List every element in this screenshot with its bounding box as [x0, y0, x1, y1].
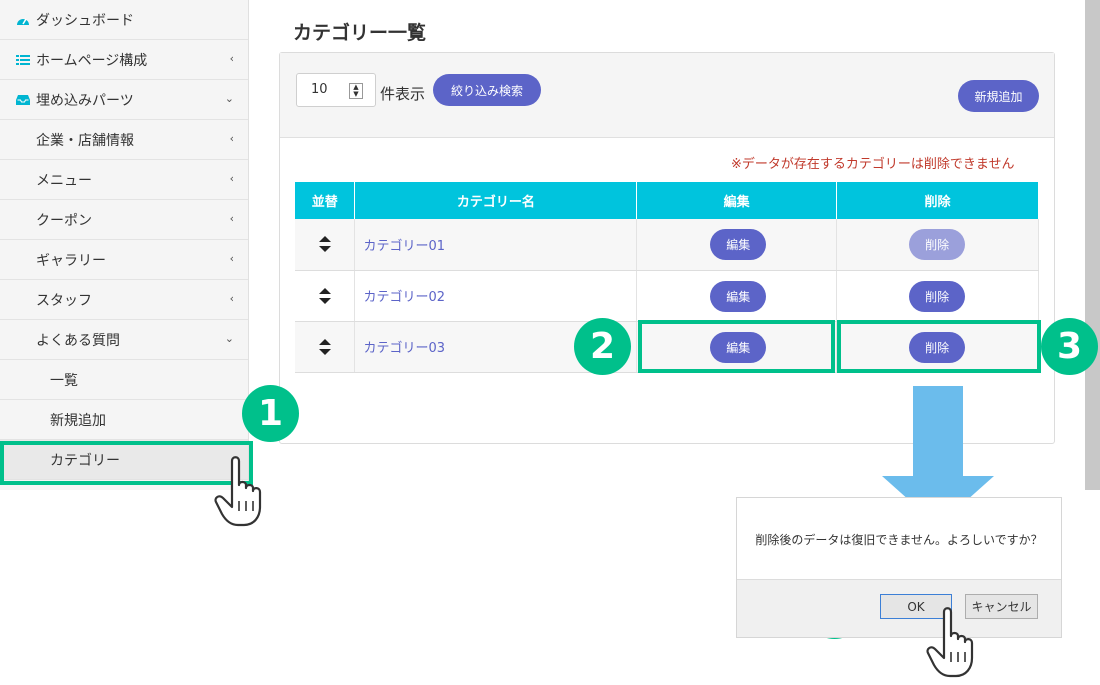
- add-new-button[interactable]: 新規追加: [958, 80, 1039, 112]
- sidebar-item-dashboard[interactable]: ダッシュボード: [0, 0, 248, 40]
- chevron-left-icon: ‹: [229, 172, 234, 185]
- sidebar-item-company-info[interactable]: 企業・店舗情報 ‹: [0, 120, 248, 160]
- category-name-link[interactable]: カテゴリー02: [355, 290, 445, 305]
- list-icon: [16, 54, 30, 65]
- edit-button[interactable]: 編集: [710, 280, 767, 312]
- chevron-down-icon: ⌄: [224, 332, 234, 345]
- per-page-stepper[interactable]: 10 ▲ ▼: [296, 73, 376, 107]
- sidebar-item-label: 一覧: [50, 372, 78, 389]
- edit-button[interactable]: 編集: [710, 229, 767, 260]
- sidebar-item-gallery[interactable]: ギャラリー ‹: [0, 240, 248, 280]
- per-page-label: 件表示: [380, 85, 426, 103]
- table-row: カテゴリー01 編集 削除: [295, 219, 1039, 271]
- delete-notice: ※データが存在するカテゴリーは削除できません: [731, 157, 1015, 172]
- page-title: カテゴリー一覧: [293, 22, 427, 44]
- panel-toolbar: 10 ▲ ▼ 件表示 絞り込み検索 新規追加: [280, 53, 1054, 138]
- sidebar-item-faq[interactable]: よくある質問 ⌄: [0, 320, 248, 360]
- step-badge-3: 3: [1041, 318, 1098, 375]
- chevron-left-icon: ‹: [229, 212, 234, 225]
- dashboard-icon: [17, 18, 29, 25]
- sidebar: ダッシュボード ホームページ構成 ‹ 埋め込みパーツ ⌄ 企業・店舗情報 ‹ メ…: [0, 0, 249, 490]
- screen: ダッシュボード ホームページ構成 ‹ 埋め込みパーツ ⌄ 企業・店舗情報 ‹ メ…: [0, 0, 1100, 685]
- pointer-hand-icon: [926, 607, 974, 678]
- chevron-left-icon: ‹: [229, 132, 234, 145]
- column-header: カテゴリー名: [354, 182, 638, 219]
- category-name-link[interactable]: カテゴリー03: [355, 341, 445, 356]
- filter-search-button[interactable]: 絞り込み検索: [433, 74, 541, 106]
- sidebar-item-label: スタッフ: [36, 292, 92, 309]
- sidebar-item-label: 企業・店舗情報: [36, 132, 134, 149]
- sidebar-item-label: ホームページ構成: [36, 52, 148, 69]
- chevron-left-icon: ‹: [229, 292, 234, 305]
- chevron-left-icon: ‹: [229, 252, 234, 265]
- per-page-value: 10: [311, 82, 328, 97]
- sidebar-item-label: メニュー: [36, 172, 92, 189]
- sort-icon[interactable]: [318, 287, 332, 305]
- sidebar-item-label: ダッシュボード: [36, 12, 134, 29]
- step-badge-2: 2: [574, 318, 631, 375]
- sidebar-item-faq-new[interactable]: 新規追加: [0, 400, 248, 440]
- sort-cell[interactable]: [295, 321, 356, 373]
- sidebar-item-staff[interactable]: スタッフ ‹: [0, 280, 248, 320]
- column-header: 編集: [636, 182, 838, 219]
- sidebar-item-embed-parts[interactable]: 埋め込みパーツ ⌄: [0, 80, 248, 120]
- pointer-hand-icon: [214, 456, 262, 527]
- sidebar-item-label: 埋め込みパーツ: [36, 92, 134, 109]
- sidebar-item-menu[interactable]: メニュー ‹: [0, 160, 248, 200]
- table-header-row: 並替 カテゴリー名 編集 削除: [295, 182, 1039, 219]
- category-name-link[interactable]: カテゴリー01: [355, 239, 445, 254]
- scrollbar[interactable]: [1085, 0, 1100, 490]
- step-badge-1: 1: [242, 385, 299, 442]
- sort-icon[interactable]: [318, 235, 332, 253]
- sort-cell[interactable]: [295, 219, 356, 271]
- highlight-delete-button: [837, 320, 1041, 373]
- sidebar-item-label: ギャラリー: [36, 252, 106, 269]
- table-row: カテゴリー02 編集 削除: [295, 270, 1039, 322]
- column-header: 並替: [295, 182, 356, 219]
- inbox-icon: [16, 94, 30, 105]
- sidebar-item-label: 新規追加: [50, 412, 106, 429]
- column-header: 削除: [836, 182, 1039, 219]
- chevron-left-icon: ‹: [229, 52, 234, 65]
- sidebar-item-coupon[interactable]: クーポン ‹: [0, 200, 248, 240]
- dialog-message: 削除後のデータは復旧できません。よろしいですか？: [755, 533, 1043, 547]
- sort-icon[interactable]: [318, 338, 332, 356]
- sidebar-item-label: よくある質問: [36, 332, 120, 349]
- delete-button-disabled: 削除: [909, 229, 966, 260]
- chevron-down-icon: ⌄: [224, 92, 234, 105]
- sidebar-item-label: クーポン: [36, 212, 92, 229]
- delete-button[interactable]: 削除: [909, 280, 966, 312]
- sidebar-item-homepage-structure[interactable]: ホームページ構成 ‹: [0, 40, 248, 80]
- sidebar-item-faq-list[interactable]: 一覧: [0, 360, 248, 400]
- spinner-arrows-icon[interactable]: ▲ ▼: [349, 83, 363, 99]
- sort-cell[interactable]: [295, 270, 356, 322]
- highlight-edit-button: [638, 320, 835, 373]
